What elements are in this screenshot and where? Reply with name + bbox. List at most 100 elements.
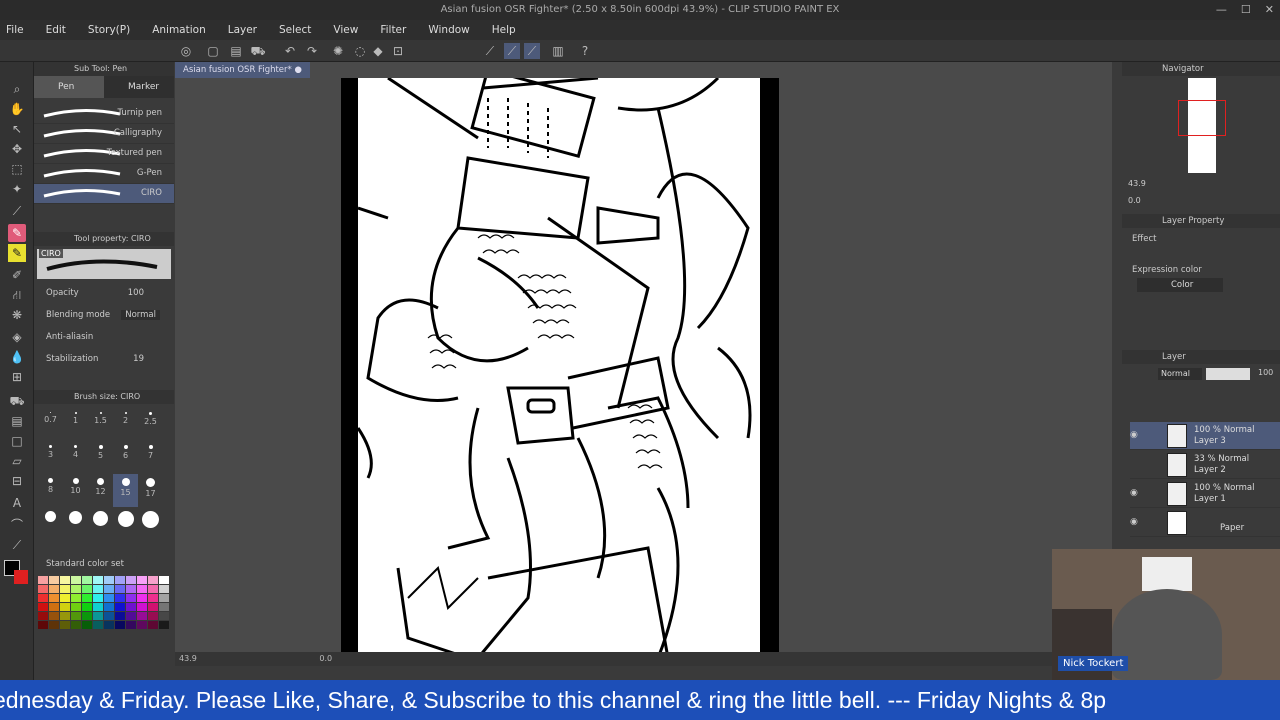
operation-icon[interactable]: ↖ <box>8 120 26 138</box>
layer-opacity-value[interactable]: 100 <box>1258 368 1273 377</box>
clip-studio-icon[interactable]: ◎ <box>178 43 194 59</box>
antialias-row[interactable]: Anti-aliasin <box>34 326 174 348</box>
blend-row[interactable]: Blending mode Normal <box>34 304 174 326</box>
loading-icon[interactable]: ✺ <box>330 43 346 59</box>
palette-swatch[interactable] <box>71 621 81 629</box>
menu-help[interactable]: Help <box>492 24 516 36</box>
size-7[interactable]: 7 <box>138 441 163 474</box>
palette-swatch[interactable] <box>126 594 136 602</box>
menu-window[interactable]: Window <box>428 24 469 36</box>
layer-row-paper[interactable]: ◉ Paper <box>1130 509 1280 537</box>
hand-icon[interactable]: ✋ <box>8 100 26 118</box>
palette-swatch[interactable] <box>148 603 158 611</box>
close-icon[interactable]: ✕ <box>1265 0 1274 20</box>
palette-swatch[interactable] <box>49 621 59 629</box>
navigator-preview[interactable] <box>1178 78 1226 173</box>
palette-swatch[interactable] <box>60 585 70 593</box>
palette-swatch[interactable] <box>126 576 136 584</box>
size-10[interactable]: 10 <box>63 474 88 507</box>
palette-swatch[interactable] <box>148 594 158 602</box>
expression-color-select[interactable]: Color <box>1137 278 1223 292</box>
menu-story[interactable]: Story(P) <box>88 24 130 36</box>
visibility-icon[interactable]: ◉ <box>1130 430 1138 440</box>
palette-swatch[interactable] <box>104 576 114 584</box>
palette-swatch[interactable] <box>38 621 48 629</box>
palette-swatch[interactable] <box>60 621 70 629</box>
sub-color-swatch[interactable] <box>14 570 28 584</box>
size-1[interactable]: 1 <box>63 408 88 441</box>
shape-icon[interactable]: □ <box>8 432 26 450</box>
menu-view[interactable]: View <box>333 24 358 36</box>
size-2.5[interactable]: 2.5 <box>138 408 163 441</box>
size-25[interactable] <box>63 507 88 540</box>
tablet-icon[interactable]: ▥ <box>550 43 566 59</box>
undo-icon[interactable]: ↶ <box>282 43 298 59</box>
palette-swatch[interactable] <box>93 594 103 602</box>
palette-swatch[interactable] <box>60 612 70 620</box>
open-file-icon[interactable]: ▤ <box>228 43 244 59</box>
palette-swatch[interactable] <box>137 603 147 611</box>
palette-swatch[interactable] <box>104 621 114 629</box>
clear-icon[interactable]: ◌ <box>352 43 368 59</box>
zoom-icon[interactable]: ⌕ <box>8 80 26 98</box>
palette-swatch[interactable] <box>71 594 81 602</box>
palette-swatch[interactable] <box>104 603 114 611</box>
palette-swatch[interactable] <box>159 621 169 629</box>
fill-icon[interactable]: ◆ <box>370 43 386 59</box>
palette-swatch[interactable] <box>137 594 147 602</box>
palette-swatch[interactable] <box>137 621 147 629</box>
palette-swatch[interactable] <box>126 621 136 629</box>
size-0.7[interactable]: 0.7 <box>38 408 63 441</box>
palette-swatch[interactable] <box>82 585 92 593</box>
size-1.5[interactable]: 1.5 <box>88 408 113 441</box>
palette-swatch[interactable] <box>82 612 92 620</box>
menu-select[interactable]: Select <box>279 24 311 36</box>
navigator-zoom[interactable]: 43.9 <box>1128 179 1146 188</box>
navigator-angle[interactable]: 0.0 <box>1128 196 1141 205</box>
brush-calligraphy[interactable]: Calligraphy <box>34 124 174 144</box>
canvas-paper[interactable] <box>341 78 779 658</box>
color-palette[interactable] <box>34 572 174 633</box>
size-30[interactable] <box>88 507 113 540</box>
palette-swatch[interactable] <box>71 612 81 620</box>
size-17[interactable]: 17 <box>138 474 163 507</box>
palette-swatch[interactable] <box>148 585 158 593</box>
palette-swatch[interactable] <box>93 621 103 629</box>
palette-swatch[interactable] <box>159 585 169 593</box>
palette-swatch[interactable] <box>60 594 70 602</box>
colorset-row[interactable]: Standard color set <box>34 556 174 572</box>
status-angle[interactable]: 0.0 <box>319 654 332 663</box>
palette-swatch[interactable] <box>82 621 92 629</box>
menu-layer[interactable]: Layer <box>228 24 257 36</box>
palette-swatch[interactable] <box>126 585 136 593</box>
eyedropper-icon[interactable]: ⟋ <box>8 202 26 220</box>
palette-swatch[interactable] <box>93 585 103 593</box>
menu-animation[interactable]: Animation <box>152 24 206 36</box>
gradient-icon[interactable]: ▤ <box>8 412 26 430</box>
palette-swatch[interactable] <box>71 603 81 611</box>
palette-swatch[interactable] <box>126 612 136 620</box>
size-8[interactable]: 8 <box>38 474 63 507</box>
brush-turnip[interactable]: Turnip pen <box>34 104 174 124</box>
document-tab[interactable]: Asian fusion OSR Fighter* ● <box>175 62 310 78</box>
palette-swatch[interactable] <box>115 612 125 620</box>
correct-line-icon[interactable]: ⟋ <box>8 536 26 554</box>
palette-swatch[interactable] <box>93 576 103 584</box>
brush-tool-icon[interactable]: ✐ <box>8 266 26 284</box>
transform-icon[interactable]: ⊡ <box>390 43 406 59</box>
layer-row-layer2[interactable]: 33 % Normal Layer 2 <box>1130 451 1280 479</box>
palette-swatch[interactable] <box>104 612 114 620</box>
size-50[interactable] <box>138 507 163 540</box>
palette-swatch[interactable] <box>49 594 59 602</box>
frame-icon[interactable]: ▱ <box>8 452 26 470</box>
palette-swatch[interactable] <box>60 576 70 584</box>
palette-swatch[interactable] <box>60 603 70 611</box>
size-6[interactable]: 6 <box>113 441 138 474</box>
palette-swatch[interactable] <box>126 603 136 611</box>
palette-swatch[interactable] <box>137 576 147 584</box>
blend-icon[interactable]: 💧 <box>8 348 26 366</box>
visibility-icon[interactable]: ◉ <box>1130 488 1138 498</box>
brush-textured[interactable]: Textured pen <box>34 144 174 164</box>
visibility-icon[interactable]: ◉ <box>1130 517 1138 527</box>
palette-swatch[interactable] <box>148 612 158 620</box>
